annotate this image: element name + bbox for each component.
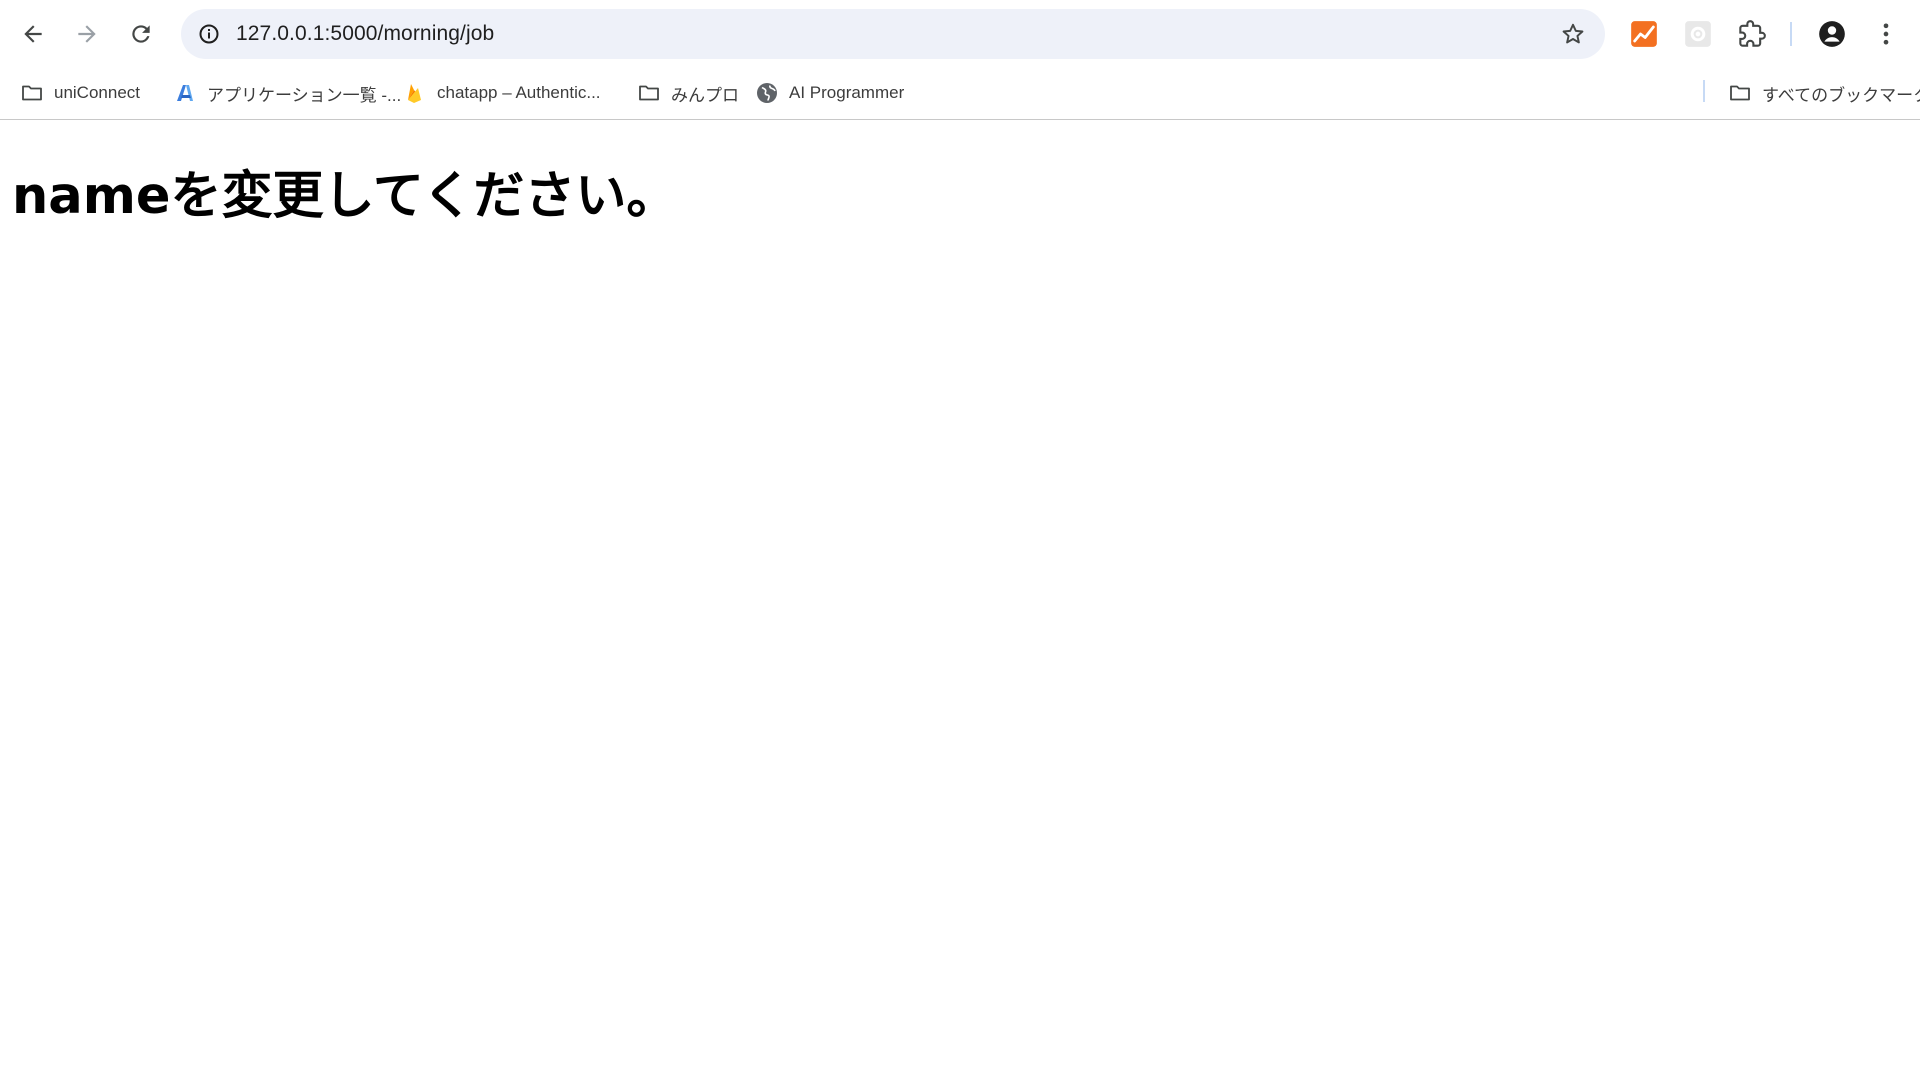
bookmark-uniconnect[interactable]: uniConnect [20, 76, 140, 110]
bookmark-application-list[interactable]: アプリケーション一覧 -... [173, 76, 401, 110]
bookmark-label: アプリケーション一覧 -... [207, 85, 402, 105]
arrow-left-icon [24, 25, 42, 43]
azure-icon [177, 85, 193, 101]
reload-icon [132, 25, 150, 43]
browser-toolbar: 127.0.0.1:5000/morning/job [0, 0, 1920, 68]
url-text[interactable]: 127.0.0.1:5000/morning/job [236, 9, 494, 59]
forward-button[interactable] [67, 14, 107, 54]
account-icon [1819, 21, 1845, 47]
bookmark-label: みんプロ [671, 85, 739, 105]
all-bookmarks-button[interactable]: すべてのブックマーク [1728, 76, 1920, 110]
bookmarks-bar: uniConnect アプリケーション一覧 -... chatapp – Aut… [0, 68, 1920, 120]
kebab-menu-icon [1883, 23, 1889, 45]
folder-icon [22, 85, 42, 101]
bookmark-label: chatapp – Authentic... [437, 83, 601, 102]
gear-extension-icon [1685, 21, 1711, 47]
bookmark-star-button[interactable] [1555, 16, 1591, 52]
bookmark-label: AI Programmer [789, 83, 905, 102]
bookmark-label: uniConnect [54, 83, 141, 102]
page-heading: nameを変更してください。 [12, 167, 678, 226]
star-icon [1562, 23, 1584, 44]
globe-icon [757, 83, 777, 103]
site-info-button[interactable] [191, 16, 227, 52]
page-content: nameを変更してください。 [0, 121, 1920, 1068]
folder-icon [639, 85, 659, 101]
info-circle-icon [199, 24, 219, 44]
folder-icon [1730, 85, 1750, 101]
reload-button[interactable] [121, 14, 161, 54]
chart-extension-icon [1631, 21, 1657, 47]
toolbar-divider [1790, 22, 1792, 46]
browser-menu-button[interactable] [1866, 14, 1906, 54]
firebase-icon [408, 84, 421, 103]
profile-button[interactable] [1812, 14, 1852, 54]
bookmarks-divider [1703, 80, 1705, 102]
bookmark-label: すべてのブックマーク [1762, 85, 1920, 105]
arrow-right-icon [78, 25, 96, 43]
gear-extension-button[interactable] [1678, 14, 1718, 54]
back-button[interactable] [13, 14, 53, 54]
bookmark-chatapp[interactable]: chatapp – Authentic... [403, 76, 601, 110]
bookmark-ai-programmer[interactable]: AI Programmer [755, 76, 904, 110]
bookmark-minpro[interactable]: みんプロ [637, 76, 739, 110]
chart-extension-button[interactable] [1624, 14, 1664, 54]
extensions-button[interactable] [1732, 14, 1772, 54]
address-bar[interactable]: 127.0.0.1:5000/morning/job [181, 9, 1605, 59]
puzzle-icon [1739, 20, 1766, 47]
